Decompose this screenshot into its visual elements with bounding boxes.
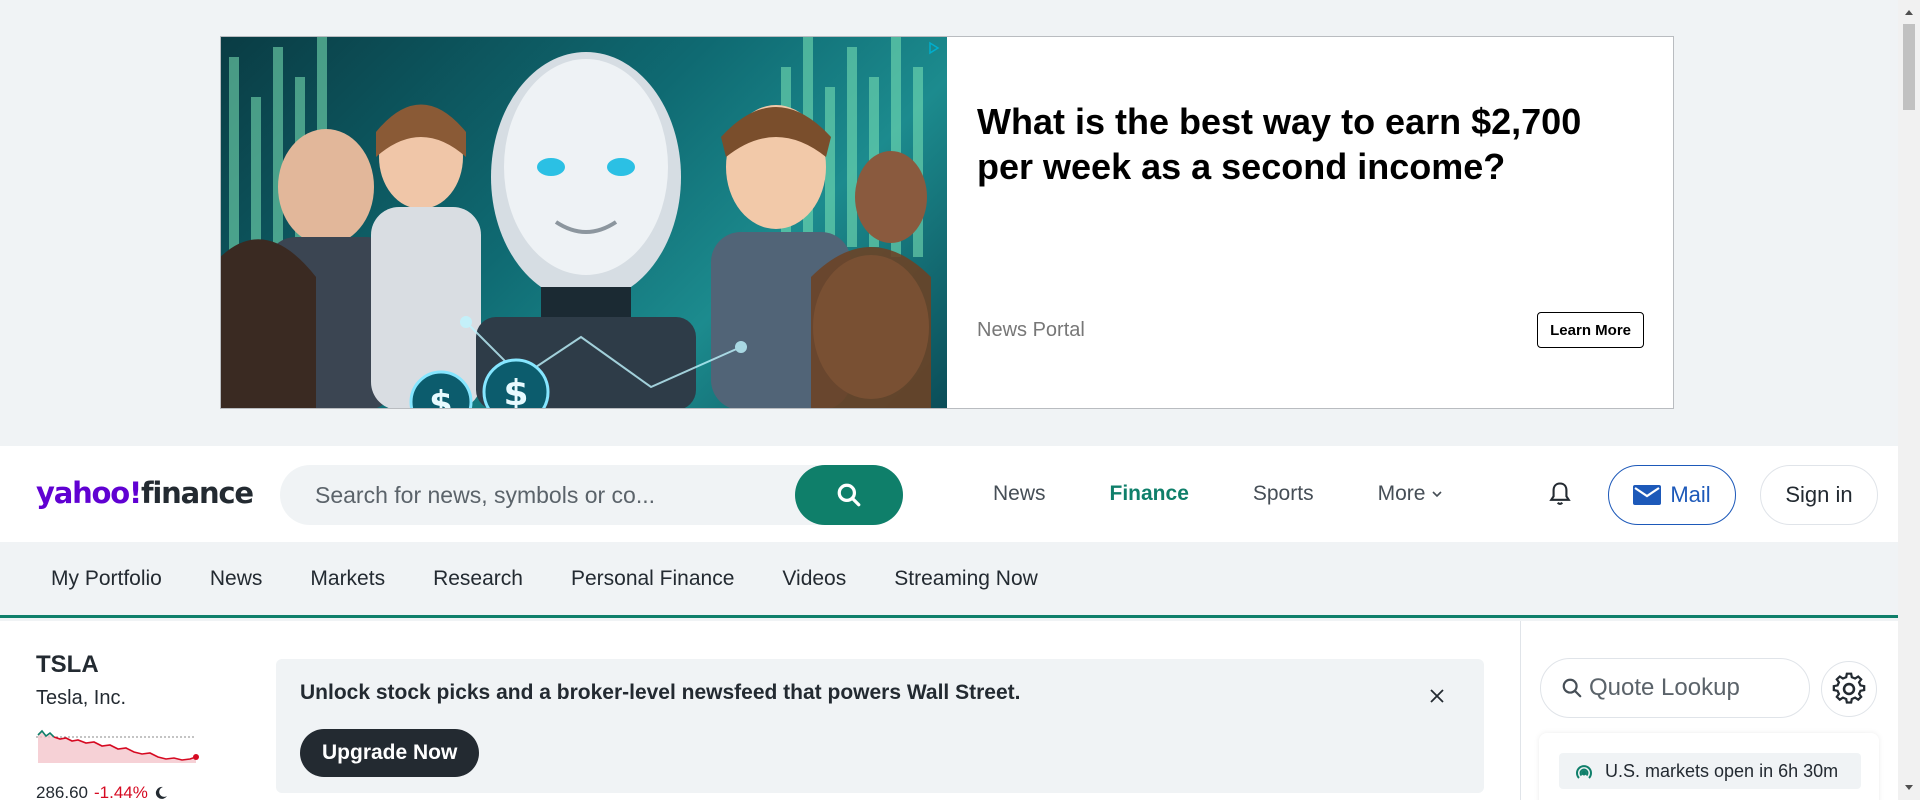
ad-banner[interactable]: $ $ What is the best way to earn $2,700 … [220, 36, 1674, 409]
broadcast-icon [1576, 765, 1592, 779]
ticker-sparkline [36, 729, 199, 763]
market-status: U.S. markets open in 6h 30m [1559, 753, 1861, 789]
mail-icon [1633, 485, 1662, 505]
sign-in-button[interactable]: Sign in [1760, 465, 1878, 525]
search-icon [837, 483, 861, 507]
ad-sponsor: News Portal [977, 319, 1085, 341]
chevron-down-icon [1432, 491, 1443, 498]
site-header: yahoo!finance News Finance Sports More [0, 446, 1898, 542]
right-rail: U.S. markets open in 6h 30m [1520, 621, 1898, 800]
ad-headline[interactable]: What is the best way to earn $2,700 per … [977, 99, 1617, 189]
subnav-streaming-now[interactable]: Streaming Now [894, 567, 1038, 591]
subnav-my-portfolio[interactable]: My Portfolio [51, 567, 162, 591]
ad-choices-icon[interactable] [927, 41, 941, 55]
quote-lookup-input[interactable] [1589, 674, 1789, 702]
ticker-change: -1.44% [94, 783, 148, 800]
yahoo-finance-logo[interactable]: yahoo!finance [36, 476, 254, 510]
svg-text:$: $ [429, 384, 453, 408]
ticker-price: 286.60 [36, 783, 88, 800]
subnav-videos[interactable]: Videos [782, 567, 846, 591]
svg-text:$: $ [503, 373, 528, 408]
quote-lookup-box [1540, 658, 1810, 718]
ad-image[interactable]: $ $ [221, 37, 947, 408]
ticker-card[interactable]: TSLA Tesla, Inc. [36, 651, 126, 710]
ticker-company-name: Tesla, Inc. [36, 687, 127, 709]
market-status-text: U.S. markets open in 6h 30m [1605, 760, 1839, 781]
top-nav: News Finance Sports More [993, 446, 1507, 542]
search-icon [1562, 678, 1582, 698]
main-content: TSLA Tesla, Inc. 286.60 -1.44% Unlock st… [0, 621, 1898, 800]
subnav-markets[interactable]: Markets [310, 567, 385, 591]
nav-more[interactable]: More [1378, 482, 1444, 506]
ad-learn-more-button[interactable]: Learn More [1537, 312, 1644, 348]
ad-body: What is the best way to earn $2,700 per … [947, 37, 1673, 408]
nav-news[interactable]: News [993, 482, 1046, 506]
promo-text: Unlock stock picks and a broker-level ne… [300, 681, 1021, 704]
notification-bell-icon[interactable] [1546, 480, 1574, 508]
subnav-research[interactable]: Research [433, 567, 523, 591]
ticker-symbol: TSLA [36, 651, 99, 678]
nav-sports[interactable]: Sports [1253, 482, 1314, 506]
robot-and-people-illustration: $ $ [221, 37, 931, 408]
ticker-price-row: 286.60 -1.44% [36, 783, 168, 800]
subnav-news[interactable]: News [210, 567, 263, 591]
market-status-card: U.S. markets open in 6h 30m [1539, 733, 1879, 800]
nav-finance[interactable]: Finance [1110, 482, 1189, 506]
gear-icon [1832, 672, 1866, 704]
finance-subnav: My Portfolio News Markets Research Perso… [0, 542, 1898, 618]
mail-button[interactable]: Mail [1608, 465, 1736, 525]
logo-yahoo: yahoo! [36, 476, 142, 510]
close-icon[interactable] [1428, 687, 1446, 705]
nav-more-label: More [1377, 482, 1426, 505]
upgrade-promo: Unlock stock picks and a broker-level ne… [276, 659, 1484, 793]
scrollbar-thumb[interactable] [1903, 24, 1915, 110]
search-button[interactable] [795, 465, 903, 525]
search-bar [280, 465, 903, 525]
page-scrollbar[interactable] [1898, 0, 1920, 800]
scroll-down-arrow-icon[interactable] [1904, 784, 1914, 792]
upgrade-now-button[interactable]: Upgrade Now [300, 729, 480, 777]
scroll-up-arrow-icon[interactable] [1904, 8, 1914, 16]
moon-icon [155, 786, 167, 799]
settings-button[interactable] [1821, 661, 1877, 717]
page: $ $ What is the best way to earn $2,700 … [0, 0, 1920, 800]
logo-finance: finance [141, 476, 254, 510]
subnav-personal-finance[interactable]: Personal Finance [571, 567, 734, 591]
search-input[interactable] [280, 465, 795, 525]
mail-label: Mail [1670, 482, 1711, 507]
